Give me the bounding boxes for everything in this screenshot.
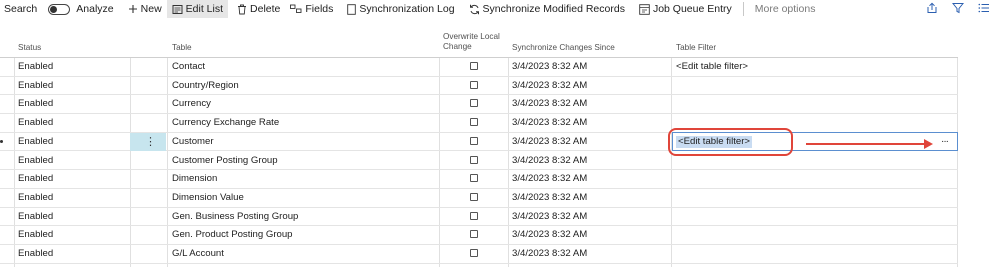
job-queue-icon [639,3,650,15]
filter-icon[interactable] [951,2,965,17]
table-name-cell[interactable]: Dimension [172,170,217,188]
status-cell[interactable]: Enabled [18,133,53,151]
header-overwrite-local-change[interactable]: Overwrite Local Change [443,32,500,57]
status-cell[interactable]: Enabled [18,189,53,207]
table-name-cell[interactable]: Currency Exchange Rate [172,114,279,132]
annotation-callout [668,128,793,156]
table-row[interactable]: Enabled Country/Region 3/4/2023 8:32 AM [0,77,958,96]
overwrite-local-change-checkbox[interactable] [470,249,478,257]
sync-since-cell[interactable]: 3/4/2023 8:32 AM [512,114,587,132]
delete-button[interactable]: Delete [232,0,285,18]
table-row[interactable]: Enabled Contact 3/4/2023 8:32 AM <Edit tabl… [0,58,958,77]
overwrite-local-change-checkbox[interactable] [470,174,478,183]
list-icon[interactable] [978,2,990,17]
edit-list-button[interactable]: Edit List [166,0,229,18]
row-indicator-icon [0,139,3,143]
status-cell[interactable]: Enabled [18,77,53,95]
job-queue-entry-label: Job Queue Entry [652,3,732,15]
assist-edit-button[interactable]: ··· [941,133,948,151]
more-options-button[interactable]: More options [750,0,821,18]
page-icons [926,0,990,18]
table-name-cell[interactable]: Gen. Business Posting Group [172,208,298,226]
plus-icon [128,4,138,14]
share-icon[interactable] [926,2,938,17]
sync-since-cell[interactable]: 3/4/2023 8:32 AM [512,58,587,76]
overwrite-local-change-checkbox[interactable] [470,80,478,89]
sync-since-cell[interactable]: 3/4/2023 8:32 AM [512,152,587,170]
delete-label: Delete [250,3,281,15]
table-row[interactable]: Enabled Currency Exchange Rate 3/4/2023 8:… [0,114,958,133]
sync-since-cell[interactable]: 3/4/2023 8:32 AM [512,95,587,113]
new-label: New [140,3,162,15]
fields-icon [290,4,302,14]
table-name-cell[interactable]: G/L Account [172,245,224,263]
overwrite-local-change-checkbox[interactable] [470,211,478,220]
status-cell[interactable]: Enabled [18,245,53,263]
job-queue-entry-button[interactable]: Job Queue Entry [634,0,737,18]
sync-since-cell[interactable]: 3/4/2023 8:32 AM [512,245,587,263]
table-row[interactable]: Enabled Dimension 3/4/2023 8:32 AM [0,170,958,189]
table-filter-cell[interactable]: <Edit table filter> [676,58,748,76]
search-action[interactable]: Search [0,0,42,18]
search-label: Search [4,3,38,15]
table-name-cell[interactable]: Customer Posting Group [172,152,278,170]
synchronization-log-button[interactable]: Synchronization Log [342,0,459,18]
overwrite-local-change-checkbox[interactable] [470,99,478,108]
trash-icon [237,4,247,15]
edit-list-icon [172,4,183,15]
table-name-cell[interactable]: Gen. Product Posting Group [172,226,293,244]
status-cell[interactable]: Enabled [18,226,53,244]
table-name-cell[interactable]: Contact [172,58,205,76]
fields-label: Fields [305,3,334,15]
overwrite-local-change-checkbox[interactable] [470,62,478,70]
table-row[interactable]: Enabled Customer Posting Group 3/4/2023 8:… [0,152,958,171]
fields-button[interactable]: Fields [285,0,338,18]
overwrite-local-change-checkbox[interactable] [470,230,478,239]
annotation-arrow [806,143,926,145]
document-icon [347,3,357,15]
table-row[interactable]: Enabled Currency 3/4/2023 8:32 AM [0,95,958,115]
overwrite-local-change-checkbox[interactable] [470,118,478,127]
synchronize-modified-records-button[interactable]: Synchronize Modified Records [464,0,630,18]
toolbar-divider [742,2,744,16]
annotation-arrowhead [924,139,933,149]
status-cell[interactable]: Enabled [18,58,53,76]
status-cell[interactable]: Enabled [18,208,53,226]
sync-icon [469,4,480,15]
new-button[interactable]: New [123,0,167,18]
table-name-cell[interactable]: Dimension Value [172,189,244,207]
action-bar: Search Analyze New Edit List Delete Fiel… [0,0,1000,18]
row-menu-icon[interactable]: ⋮ [145,133,156,151]
analyze-toggle[interactable] [48,3,71,15]
overwrite-local-change-checkbox[interactable] [470,136,478,145]
header-overwrite-line1: Overwrite Local [443,32,500,41]
table-name-cell[interactable]: Currency [172,95,211,113]
table-name-cell[interactable]: Customer [172,133,214,151]
more-options-label: More options [754,3,816,15]
sync-since-cell[interactable]: 3/4/2023 8:32 AM [512,208,587,226]
sync-since-cell[interactable]: 3/4/2023 8:32 AM [512,77,587,95]
status-cell[interactable]: Enabled [18,114,53,132]
table-name-cell[interactable]: Country/Region [172,77,239,95]
table-row[interactable]: Enabled G/L Account 3/4/2023 8:32 AM [0,245,958,264]
table-row[interactable]: Enabled Dimension Value 3/4/2023 8:32 AM [0,189,958,208]
edit-list-label: Edit List [185,3,224,15]
status-cell[interactable]: Enabled [18,170,53,188]
header-overwrite-line2: Change [443,42,472,51]
status-cell[interactable]: Enabled [18,95,53,113]
sync-since-cell[interactable]: 3/4/2023 8:32 AM [512,189,587,207]
sync-since-cell[interactable]: 3/4/2023 8:32 AM [512,226,587,244]
synchronization-log-label: Synchronization Log [359,3,455,15]
overwrite-local-change-checkbox[interactable] [470,155,478,164]
overwrite-local-change-checkbox[interactable] [470,192,478,201]
table-row[interactable]: Enabled Gen. Business Posting Group 3/4/20… [0,208,958,227]
synchronize-modified-records-label: Synchronize Modified Records [482,3,625,15]
status-cell[interactable]: Enabled [18,152,53,170]
sync-since-cell[interactable]: 3/4/2023 8:32 AM [512,170,587,188]
analyze-label: Analyze [76,3,114,15]
table-row[interactable]: Enabled Gen. Product Posting Group 3/4/202… [0,226,958,245]
analyze-label-wrap[interactable]: Analyze [76,0,118,18]
sync-since-cell[interactable]: 3/4/2023 8:32 AM [512,133,587,151]
